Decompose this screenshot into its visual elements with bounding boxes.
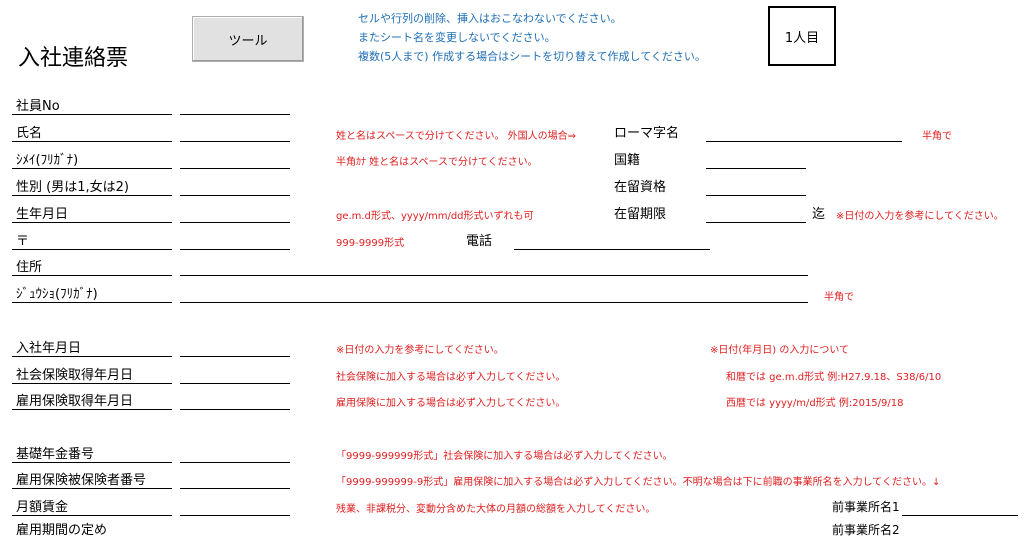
row-divider bbox=[12, 141, 172, 142]
kana-note: 半角ｶﾅ 姓と名はスペースで分けてください。 bbox=[336, 157, 538, 168]
label-employment-insurance-no: 雇用保険被保険者番号 bbox=[16, 473, 147, 488]
label-contract-period: 雇用期間の定め bbox=[16, 523, 108, 538]
row-divider bbox=[12, 249, 172, 250]
name-note: 姓と名はスペースで分けてください。 外国人の場合⇒ bbox=[336, 131, 577, 142]
label-employee-no: 社員No bbox=[16, 99, 60, 114]
label-pension-no: 基礎年金番号 bbox=[16, 447, 95, 462]
romaji-input[interactable] bbox=[706, 141, 902, 142]
tool-button[interactable]: ツール bbox=[192, 16, 304, 62]
row-divider bbox=[12, 114, 172, 115]
label-hire-date: 入社年月日 bbox=[16, 341, 82, 356]
employment-insurance-no-input[interactable] bbox=[180, 488, 290, 489]
employee-no-input[interactable] bbox=[180, 114, 290, 115]
row-divider bbox=[12, 275, 172, 276]
label-residence-status: 在留資格 bbox=[614, 180, 667, 195]
monthly-wage-input[interactable] bbox=[180, 515, 290, 516]
label-name: 氏名 bbox=[16, 126, 43, 141]
gender-input[interactable] bbox=[180, 195, 290, 196]
row-divider bbox=[12, 195, 172, 196]
nationality-input[interactable] bbox=[706, 168, 806, 169]
name-kana-input[interactable] bbox=[180, 168, 290, 169]
row-divider bbox=[12, 302, 172, 303]
birth-format-note: ge.m.d形式、yyyy/mm/dd形式いずれも可 bbox=[336, 211, 534, 222]
row-divider bbox=[12, 462, 172, 463]
address-kana-hankaku-note: 半角で bbox=[824, 292, 854, 303]
row-divider bbox=[12, 488, 172, 489]
social-insurance-note: 社会保険に加入する場合は必ず入力してください。 bbox=[336, 372, 566, 383]
label-name-kana: ｼﾒｲ(ﾌﾘｶﾞﾅ) bbox=[16, 153, 79, 168]
employment-insurance-date-input[interactable] bbox=[180, 409, 290, 410]
label-social-insurance-date: 社会保険取得年月日 bbox=[16, 368, 134, 383]
name-input[interactable] bbox=[180, 141, 290, 142]
phone-input[interactable] bbox=[514, 249, 710, 250]
employment-insurance-note: 雇用保険に加入する場合は必ず入力してください。 bbox=[336, 398, 566, 409]
label-address-kana: ｼﾞｭｳｼｮ(ﾌﾘｶﾞﾅ) bbox=[16, 287, 98, 302]
notice-line-2: またシート名を変更しないでください。 bbox=[358, 31, 556, 44]
label-residence-period: 在留期限 bbox=[614, 207, 667, 222]
residence-period-input[interactable] bbox=[706, 222, 806, 223]
label-prev-company-2: 前事業所名2 bbox=[832, 523, 900, 537]
row-divider bbox=[12, 356, 172, 357]
notice-line-1: セルや行列の削除、挿入はおこなわないでください。 bbox=[358, 12, 622, 25]
row-divider bbox=[12, 168, 172, 169]
label-until: 迄 bbox=[812, 207, 826, 222]
label-postal: 〒 bbox=[16, 234, 30, 249]
label-phone: 電話 bbox=[466, 234, 493, 249]
label-birthdate: 生年月日 bbox=[16, 207, 69, 222]
birthdate-input[interactable] bbox=[180, 222, 290, 223]
label-gender: 性別 (男は1,女は2) bbox=[16, 180, 129, 195]
row-divider bbox=[12, 515, 172, 516]
postal-format-note: 999-9999形式 bbox=[336, 238, 405, 249]
postal-input[interactable] bbox=[180, 249, 290, 250]
label-romaji: ローマ字名 bbox=[614, 126, 680, 141]
residence-status-input[interactable] bbox=[706, 195, 806, 196]
row-divider bbox=[12, 383, 172, 384]
sheet-number-box: 1人目 bbox=[768, 6, 836, 66]
employment-no-format-note: 「9999-999999-9形式」雇用保険に加入する場合は必ず入力してください。… bbox=[336, 477, 941, 488]
row-divider bbox=[12, 409, 172, 410]
address-kana-input[interactable] bbox=[180, 302, 808, 303]
wareki-note: 和暦では ge.m.d形式 例:H27.9.18、S38/6/10 bbox=[726, 372, 942, 383]
label-nationality: 国籍 bbox=[614, 153, 641, 168]
romaji-hankaku-note: 半角で bbox=[922, 131, 952, 142]
hire-date-input[interactable] bbox=[180, 356, 290, 357]
page-title: 入社連絡票 bbox=[18, 46, 129, 71]
label-monthly-wage: 月額賃金 bbox=[16, 500, 69, 515]
prev-company-1-input[interactable] bbox=[902, 515, 1018, 516]
pension-no-input[interactable] bbox=[180, 462, 290, 463]
label-address: 住所 bbox=[16, 260, 43, 275]
hire-date-note: ※日付の入力を参考にしてください。 bbox=[336, 345, 504, 356]
row-divider bbox=[12, 222, 172, 223]
period-note: ※日付の入力を参考にしてください。 bbox=[836, 211, 1004, 222]
wage-note: 残業、非課税分、変動分含めた大体の月額の総額を入力してください。 bbox=[336, 504, 656, 515]
notice-line-3: 複数(5人まで) 作成する場合はシートを切り替えて作成してください。 bbox=[358, 50, 706, 63]
label-employment-insurance-date: 雇用保険取得年月日 bbox=[16, 394, 134, 409]
social-insurance-date-input[interactable] bbox=[180, 383, 290, 384]
seireki-note: 西暦では yyyy/m/d形式 例:2015/9/18 bbox=[726, 398, 904, 409]
date-input-about-note: ※日付(年月日) の入力について bbox=[710, 345, 850, 356]
address-input[interactable] bbox=[180, 275, 808, 276]
label-prev-company-1: 前事業所名1 bbox=[832, 500, 900, 514]
pension-format-note: 「9999-999999形式」社会保険に加入する場合は必ず入力してください。 bbox=[336, 451, 673, 462]
